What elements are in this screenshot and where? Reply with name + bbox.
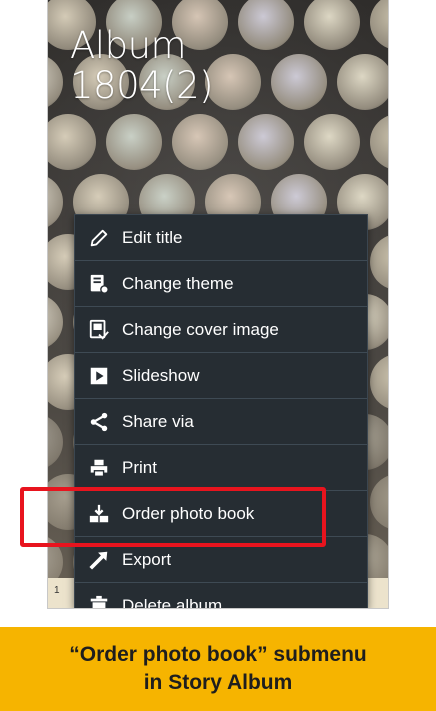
menu-item-label: Slideshow <box>122 365 200 385</box>
background-dot <box>48 54 63 110</box>
background-dot <box>238 0 294 50</box>
menu-item-label: Delete album <box>122 595 223 609</box>
album-title-line2: 1804(2) <box>70 64 214 107</box>
caption-banner: “Order photo book” submenu in Story Albu… <box>0 627 436 711</box>
pencil-icon <box>88 227 110 249</box>
print-icon <box>88 457 110 479</box>
background-dot <box>370 0 388 50</box>
menu-item-share-via[interactable]: Share via <box>75 399 367 445</box>
background-dot <box>370 114 388 170</box>
bottom-strip-number: 1 <box>54 585 60 596</box>
background-dot <box>48 174 63 230</box>
menu-item-label: Change cover image <box>122 319 279 339</box>
background-dot <box>370 234 388 290</box>
menu-item-change-cover-image[interactable]: Change cover image <box>75 307 367 353</box>
caption-line2: in Story Album <box>143 671 293 694</box>
export-icon <box>88 549 110 571</box>
background-dot <box>370 474 388 530</box>
background-dot <box>48 414 63 470</box>
menu-item-slideshow[interactable]: Slideshow <box>75 353 367 399</box>
menu-item-print[interactable]: Print <box>75 445 367 491</box>
theme-icon <box>88 273 110 295</box>
menu-item-label: Change theme <box>122 273 234 293</box>
share-icon <box>88 411 110 433</box>
album-title: Album 1804(2) <box>70 24 214 107</box>
background-dot <box>271 54 327 110</box>
background-dot <box>48 114 96 170</box>
background-dot <box>172 114 228 170</box>
menu-item-delete-album[interactable]: Delete album <box>75 583 367 609</box>
menu-item-edit-title[interactable]: Edit title <box>75 215 367 261</box>
background-dot <box>238 114 294 170</box>
cover-image-icon <box>88 319 110 341</box>
background-dot <box>304 114 360 170</box>
background-dot <box>304 0 360 50</box>
menu-item-label: Edit title <box>122 227 183 247</box>
caption-line1: “Order photo book” submenu <box>69 643 367 666</box>
menu-item-label: Export <box>122 549 172 569</box>
context-menu: Edit title Change theme Change cover ima… <box>74 214 368 609</box>
menu-item-label: Print <box>122 457 157 477</box>
background-dot <box>106 114 162 170</box>
album-title-line1: Album <box>70 24 187 67</box>
trash-icon <box>88 595 110 608</box>
background-dot <box>337 54 388 110</box>
menu-item-label: Share via <box>122 411 194 431</box>
background-dot <box>48 294 63 350</box>
background-dot <box>370 354 388 410</box>
menu-item-change-theme[interactable]: Change theme <box>75 261 367 307</box>
highlight-box <box>20 487 326 547</box>
background-dot <box>205 54 261 110</box>
slideshow-icon <box>88 365 110 387</box>
